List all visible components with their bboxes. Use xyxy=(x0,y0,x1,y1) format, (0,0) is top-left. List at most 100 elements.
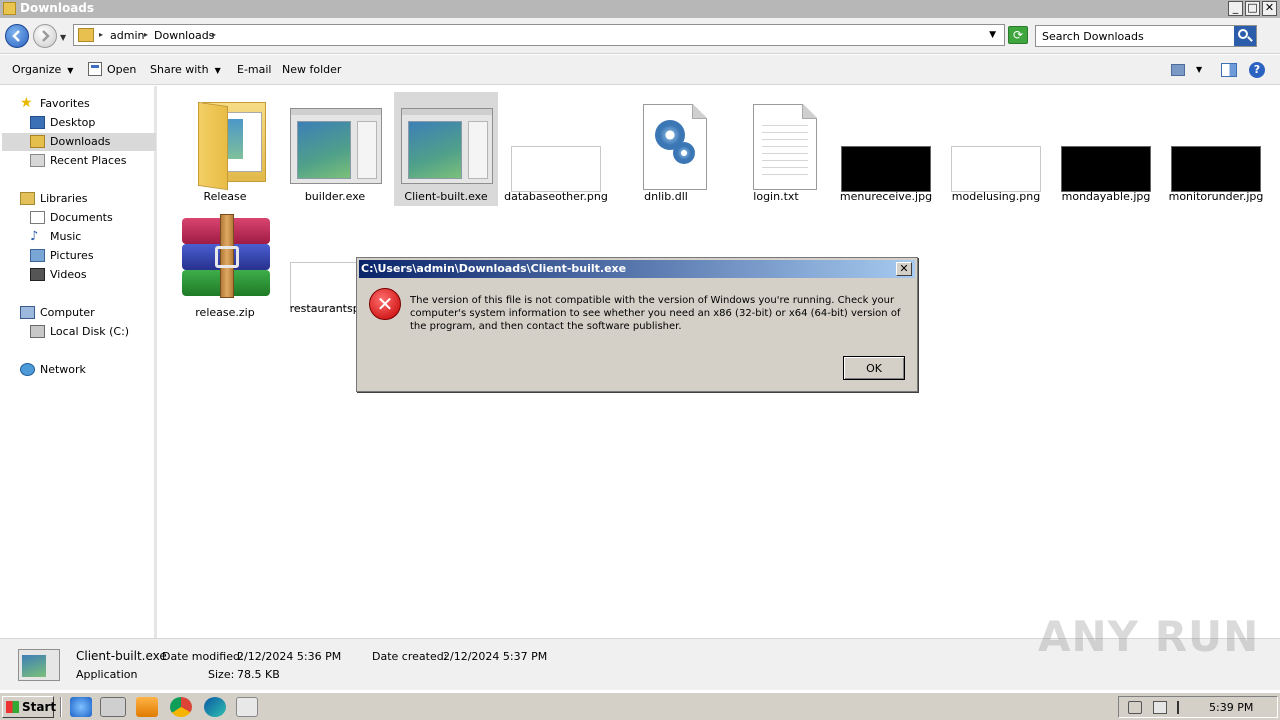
nav-pictures[interactable]: Pictures xyxy=(30,247,150,265)
network-tray-icon[interactable] xyxy=(1153,701,1167,714)
breadcrumb-admin[interactable]: admin xyxy=(110,29,144,42)
notepad-icon[interactable] xyxy=(236,697,258,717)
dll-gear-icon xyxy=(621,98,711,190)
nav-label: Music xyxy=(50,230,82,243)
file-name: Release xyxy=(203,190,247,203)
nav-documents[interactable]: Documents xyxy=(30,209,150,227)
windows-logo-icon xyxy=(6,701,19,713)
file-item-builder-exe[interactable]: builder.exe xyxy=(283,92,387,206)
taskbar-clock[interactable]: 5:39 PM xyxy=(1209,701,1253,714)
start-label: Start xyxy=(22,700,57,714)
edge-icon[interactable] xyxy=(204,697,226,717)
documents-icon xyxy=(30,211,45,224)
dialog-message: The version of this file is not compatib… xyxy=(410,295,901,332)
arrow-right-icon xyxy=(42,30,50,42)
application-icon xyxy=(401,98,493,188)
file-item-databaseother-png[interactable]: databaseother.png xyxy=(504,92,608,206)
recent-pages-dropdown[interactable]: ▼ xyxy=(60,33,66,42)
address-bar[interactable]: ▸ admin ▸ Downloads ▸ ▼ xyxy=(73,24,1005,46)
minimize-button[interactable]: _ xyxy=(1228,1,1243,16)
change-view-icon[interactable] xyxy=(1171,64,1185,76)
chevron-right-icon[interactable]: ▸ xyxy=(144,30,148,39)
email-button[interactable]: E-mail xyxy=(237,63,272,76)
file-name: menureceive.jpg xyxy=(839,190,933,203)
music-note-icon: ♪ xyxy=(30,229,39,244)
search-icon[interactable] xyxy=(1234,26,1256,46)
file-name: builder.exe xyxy=(304,190,366,203)
nav-local-disk[interactable]: Local Disk (C:) xyxy=(30,323,150,341)
chevron-down-icon: ▼ xyxy=(67,66,74,75)
nav-downloads[interactable]: Downloads xyxy=(2,133,156,151)
nav-recent-places[interactable]: Recent Places xyxy=(30,152,150,170)
details-created-label: Date created: xyxy=(372,650,448,663)
close-button[interactable]: ✕ xyxy=(1262,1,1277,16)
chevron-right-icon[interactable]: ▸ xyxy=(99,30,103,39)
open-button[interactable]: Open xyxy=(107,63,136,76)
breadcrumb-downloads[interactable]: Downloads xyxy=(154,29,214,42)
nav-videos[interactable]: Videos xyxy=(30,266,150,284)
hard-disk-icon xyxy=(30,325,45,338)
address-row: ▼ ▸ admin ▸ Downloads ▸ ▼ ⟳ xyxy=(0,18,1280,54)
file-item-monitorunder-jpg[interactable]: monitorunder.jpg xyxy=(1164,92,1268,206)
image-thumbnail xyxy=(1171,98,1261,192)
file-item-dnlib-dll[interactable]: dnlib.dll xyxy=(614,92,718,206)
organize-button[interactable]: Organize ▼ xyxy=(12,63,73,76)
chevron-down-icon: ▼ xyxy=(214,66,221,75)
nav-label: Favorites xyxy=(40,97,90,110)
nav-desktop[interactable]: Desktop xyxy=(30,114,150,132)
file-name: mondayable.jpg xyxy=(1061,190,1151,203)
file-item-menureceive-jpg[interactable]: menureceive.jpg xyxy=(834,92,938,206)
start-button[interactable]: Start xyxy=(2,696,57,718)
search-box[interactable] xyxy=(1035,25,1257,47)
dialog-close-button[interactable]: ✕ xyxy=(896,262,912,276)
media-player-icon[interactable] xyxy=(136,697,158,717)
nav-label: Recent Places xyxy=(50,154,127,167)
window-title: Downloads xyxy=(20,1,95,15)
file-item-login-txt[interactable]: login.txt xyxy=(724,92,828,206)
action-center-flag-icon[interactable] xyxy=(1177,701,1191,714)
internet-explorer-icon[interactable] xyxy=(70,697,92,717)
refresh-button[interactable]: ⟳ xyxy=(1008,26,1028,44)
share-with-button[interactable]: Share with ▼ xyxy=(150,63,221,76)
back-button[interactable] xyxy=(5,24,29,48)
file-name: login.txt xyxy=(753,190,799,203)
file-item-release-zip[interactable]: release.zip xyxy=(173,208,277,322)
chevron-right-icon[interactable]: ▸ xyxy=(212,30,216,39)
dialog-title: C:\Users\admin\Downloads\Client-built.ex… xyxy=(361,262,627,275)
nav-music[interactable]: ♪ Music xyxy=(30,228,150,246)
ok-button[interactable]: OK xyxy=(843,356,905,380)
nav-favorites[interactable]: ★ Favorites xyxy=(20,95,150,113)
nav-computer[interactable]: Computer xyxy=(20,304,150,322)
nav-network[interactable]: Network xyxy=(20,361,150,379)
view-options-dropdown[interactable]: ▼ xyxy=(1196,65,1202,74)
address-dropdown[interactable]: ▼ xyxy=(989,30,996,40)
new-folder-button[interactable]: New folder xyxy=(282,63,341,76)
speaker-icon[interactable] xyxy=(1128,701,1142,714)
image-thumbnail xyxy=(511,98,601,192)
preview-pane-icon[interactable] xyxy=(1221,63,1237,77)
restore-button[interactable]: □ xyxy=(1245,1,1260,16)
taskbar: Start 5:39 PM xyxy=(0,692,1280,720)
help-icon[interactable]: ? xyxy=(1249,62,1265,78)
details-modified-label: Date modified: xyxy=(162,650,244,663)
forward-button[interactable] xyxy=(33,24,57,48)
nav-libraries[interactable]: Libraries xyxy=(20,190,150,208)
file-name: modelusing.png xyxy=(951,190,1041,203)
share-with-label: Share with xyxy=(150,63,209,76)
file-item-modelusing-png[interactable]: modelusing.png xyxy=(944,92,1048,206)
chrome-icon[interactable] xyxy=(170,697,192,717)
file-item-mondayable-jpg[interactable]: mondayable.jpg xyxy=(1054,92,1158,206)
details-file-name: Client-built.exe xyxy=(76,649,167,663)
file-name: Client-built.exe xyxy=(404,190,488,203)
file-item-client-built-exe[interactable]: Client-built.exe xyxy=(394,92,498,206)
nav-label: Downloads xyxy=(50,135,111,148)
error-dialog: C:\Users\admin\Downloads\Client-built.ex… xyxy=(356,257,918,392)
desktop-icon xyxy=(30,116,45,129)
search-input[interactable] xyxy=(1042,27,1232,45)
details-created-value: 2/12/2024 5:37 PM xyxy=(443,650,548,663)
folder-icon xyxy=(180,98,270,191)
file-item-release-folder[interactable]: Release xyxy=(173,92,277,206)
explorer-taskbar-icon[interactable] xyxy=(100,697,126,717)
nav-label: Network xyxy=(40,363,86,376)
error-icon: ✕ xyxy=(369,288,401,320)
